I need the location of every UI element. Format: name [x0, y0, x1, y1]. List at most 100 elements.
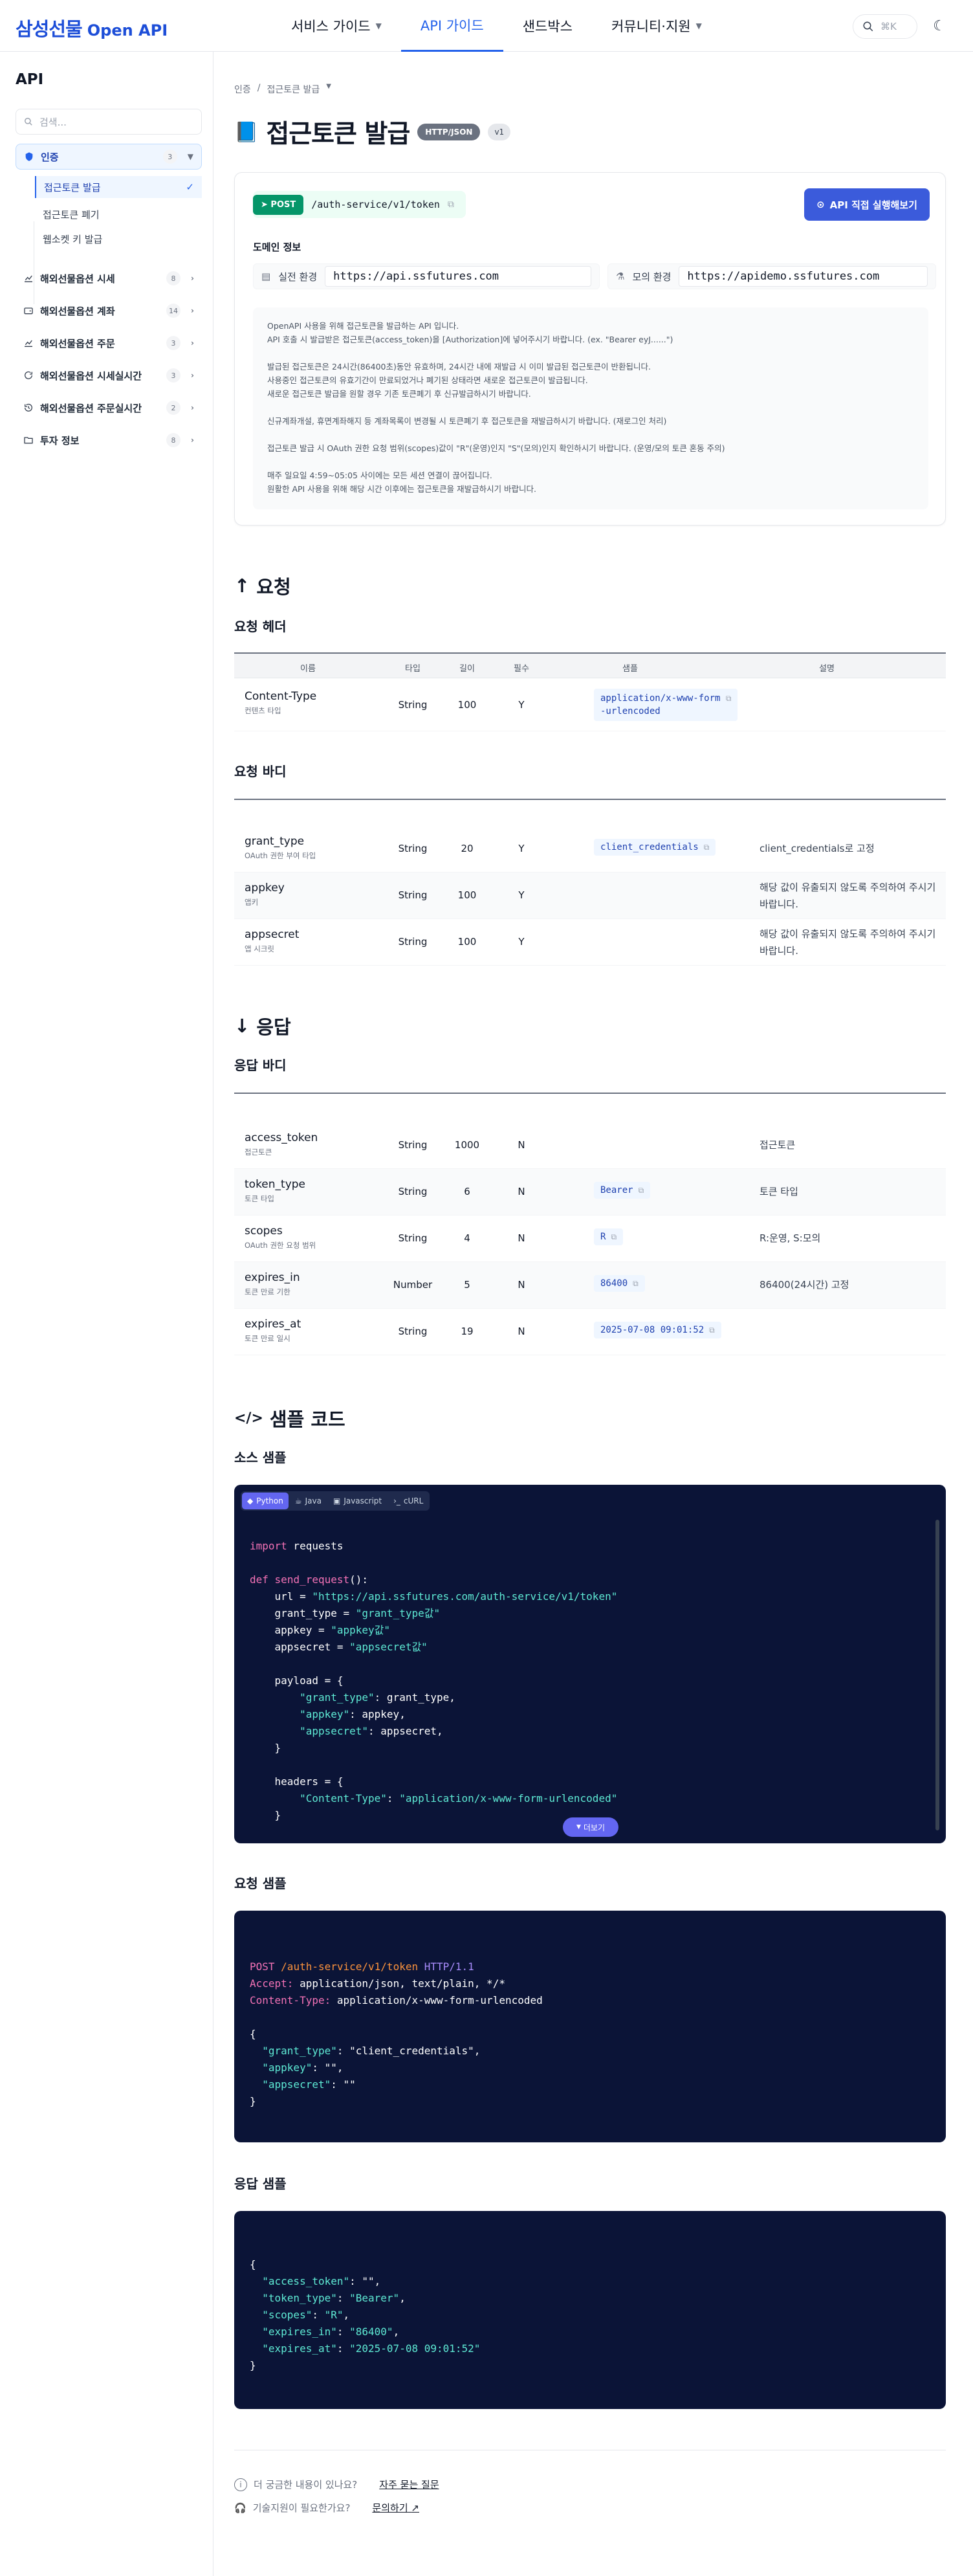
- chevron-right-icon: ›: [191, 274, 194, 283]
- wallet-icon: [24, 307, 33, 315]
- param-length: 5: [464, 1279, 470, 1291]
- tab-java[interactable]: ☕ Java: [290, 1493, 327, 1509]
- nav-api-guide[interactable]: API 가이드: [400, 0, 503, 52]
- sample-chip[interactable]: 2025-07-08 09:01:52 ⧉: [594, 1322, 721, 1338]
- nav-label: 커뮤니티·지원: [611, 19, 691, 34]
- brand-logo[interactable]: 삼성선물 Open API: [16, 14, 168, 41]
- nav-sandbox[interactable]: 샌드박스: [503, 0, 592, 52]
- param-sub: 토큰 타입: [245, 1194, 274, 1203]
- sidebar-sub-token-issue[interactable]: 접근토큰 발급 ✓: [35, 176, 202, 198]
- show-more-button[interactable]: ▼ 더보기: [563, 1817, 618, 1837]
- sample-chip[interactable]: R ⧉: [594, 1228, 624, 1245]
- sidebar-item-quote[interactable]: 해외선물옵션 시세 8 ›: [16, 265, 202, 291]
- sidebar-item-auth[interactable]: 인증 3 ▼: [16, 144, 202, 170]
- param-desc: 86400(24시간) 고정: [760, 1279, 849, 1291]
- sidebar-item-label: 투자 정보: [40, 434, 80, 447]
- col-type: 타입: [405, 664, 421, 674]
- param-required: N: [518, 1279, 525, 1291]
- breadcrumb-current[interactable]: 접근토큰 발급: [267, 83, 320, 96]
- sidebar-item-label: 해외선물옵션 시세실시간: [40, 370, 142, 382]
- response-sample-block: { "access_token": "", "token_type": "Bea…: [234, 2211, 946, 2409]
- sample-chip[interactable]: Bearer ⧉: [594, 1182, 651, 1199]
- source-code-block: ◆ Python ☕ Java ▣ Javascript ›_ cURL import …: [234, 1485, 946, 1843]
- param-type: Number: [393, 1279, 433, 1291]
- copy-icon[interactable]: ⧉: [726, 694, 732, 703]
- param-name: expires_in: [245, 1271, 300, 1284]
- param-required: N: [518, 1232, 525, 1244]
- request-body-title: 요청 바디: [234, 764, 287, 779]
- copy-icon[interactable]: ⧉: [639, 1186, 644, 1195]
- sample-chip[interactable]: client_credentials ⧉: [594, 839, 716, 856]
- try-api-button[interactable]: ⊙ API 직접 실행해보기: [804, 188, 930, 221]
- breadcrumb-item[interactable]: 인증: [234, 83, 251, 96]
- desc-line: 발급된 접근토큰은 24시간(86400초)동안 유효하며, 24시간 내에 재…: [267, 362, 651, 372]
- sub-label: 접근토큰 발급: [44, 181, 101, 194]
- nav-label: 샌드박스: [522, 19, 573, 34]
- code-scrollbar[interactable]: [935, 1520, 939, 1830]
- col-sample: 샘플: [622, 664, 638, 674]
- sidebar-search-input[interactable]: 검색...: [16, 109, 202, 135]
- sidebar-item-order[interactable]: 해외선물옵션 주문 3 ›: [16, 330, 202, 356]
- param-required: Y: [518, 843, 525, 854]
- mock-domain-label: 모의 환경: [632, 271, 672, 283]
- tab-curl[interactable]: ›_ cURL: [388, 1493, 428, 1509]
- param-name: appsecret: [245, 928, 300, 941]
- contact-link[interactable]: 문의하기 ↗: [372, 2501, 419, 2515]
- col-name: 이름: [300, 664, 316, 674]
- tab-javascript[interactable]: ▣ Javascript: [328, 1493, 387, 1509]
- copy-icon[interactable]: ⧉: [448, 199, 454, 210]
- sample-chip[interactable]: application/x-www-form ⧉ -urlencoded: [594, 689, 738, 721]
- chevron-down-icon: ▼: [576, 1824, 581, 1830]
- param-desc: 해당 값이 유출되지 않도록 주의하여 주시기 바랍니다.: [760, 928, 936, 957]
- desc-line: OpenAPI 사용을 위해 접근토큰을 발급하는 API 입니다.: [267, 321, 459, 331]
- desc-line: 원활한 API 사용을 위해 해당 시간 이후에는 접근토큰을 재발급하시기 바…: [267, 484, 537, 494]
- nav-community[interactable]: 커뮤니티·지원 ▼: [592, 0, 721, 52]
- request-heading: ↑ 요청: [234, 575, 291, 598]
- sample-value: 2025-07-08 09:01:52: [600, 1325, 705, 1335]
- sample-chip[interactable]: 86400 ⧉: [594, 1275, 645, 1292]
- mock-domain-box: ⚗ 모의 환경 https://apidemo.ssfutures.com: [607, 263, 936, 289]
- sidebar-item-invest-info[interactable]: 투자 정보 8 ›: [16, 427, 202, 453]
- copy-icon[interactable]: ⧉: [633, 1279, 639, 1289]
- count-badge: 3: [166, 368, 181, 383]
- request-header-table-head: 이름 타입 길이 필수 샘플 설명: [234, 652, 946, 678]
- nav-service-guide[interactable]: 서비스 가이드 ▼: [272, 0, 401, 52]
- code-icon: </>: [234, 1410, 263, 1427]
- support-row: 🎧 기술지원이 필요한가요? 문의하기 ↗: [234, 2501, 419, 2515]
- breadcrumb-separator: /: [257, 83, 261, 93]
- copy-icon[interactable]: ⧉: [704, 843, 710, 852]
- param-length: 100: [457, 699, 477, 711]
- copy-icon[interactable]: ⧉: [709, 1326, 715, 1335]
- desc-line: 매주 일요일 4:59~05:05 사이에는 모든 세션 연결이 끊어집니다.: [267, 471, 492, 480]
- sidebar-sub-websocket-key[interactable]: 웹소켓 키 발급: [35, 228, 202, 250]
- param-type: String: [398, 1326, 428, 1337]
- sidebar-sub-token-revoke[interactable]: 접근토큰 폐기: [35, 203, 202, 225]
- tab-python[interactable]: ◆ Python: [242, 1493, 289, 1509]
- sidebar-item-account[interactable]: 해외선물옵션 계좌 14 ›: [16, 298, 202, 324]
- param-type: String: [398, 843, 428, 854]
- sub-label: 접근토큰 폐기: [43, 208, 100, 221]
- sidebar-item-quote-realtime[interactable]: 해외선물옵션 시세실시간 3 ›: [16, 362, 202, 388]
- endpoint-card: ➤ POST /auth-service/v1/token ⧉ ⊙ API 직접…: [234, 172, 946, 526]
- response-sample-code: { "access_token": "", "token_type": "Bea…: [250, 2258, 481, 2371]
- desc-line: 신규계좌개설, 휴면계좌해지 등 계좌목록이 변경될 시 토큰폐기 후 접근토큰…: [267, 416, 667, 426]
- col-desc: 설명: [819, 664, 835, 674]
- mock-domain-url[interactable]: https://apidemo.ssfutures.com: [679, 266, 928, 287]
- sidebar-item-order-realtime[interactable]: 해외선물옵션 주문실시간 2 ›: [16, 395, 202, 421]
- param-name: appkey: [245, 882, 285, 894]
- flask-icon: ⚗: [616, 271, 625, 282]
- refresh-icon: [25, 371, 32, 379]
- moon-icon[interactable]: ☾: [929, 16, 950, 36]
- copy-icon[interactable]: ⧉: [611, 1232, 617, 1242]
- param-type: String: [398, 889, 428, 901]
- param-length: 20: [461, 843, 474, 854]
- chevron-right-icon: ›: [191, 339, 194, 348]
- param-sub: 토큰 만료 기한: [245, 1287, 290, 1296]
- version-badge: v1: [488, 124, 511, 140]
- faq-link[interactable]: 자주 묻는 질문: [379, 2478, 439, 2491]
- breadcrumb: 인증 / 접근토큰 발급 ▼: [234, 83, 331, 96]
- sample-value: 86400: [600, 1278, 628, 1289]
- global-search-button[interactable]: ⌘K: [853, 14, 917, 39]
- sidebar-item-label: 해외선물옵션 계좌: [40, 305, 115, 317]
- real-domain-url[interactable]: https://api.ssfutures.com: [325, 266, 591, 287]
